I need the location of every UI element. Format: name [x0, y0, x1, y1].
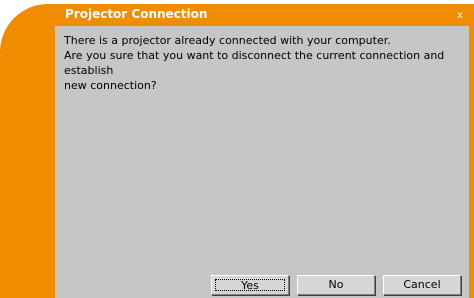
yes-button-label: Yes: [215, 279, 285, 292]
message-line-2: Are you sure that you want to disconnect…: [64, 49, 445, 77]
dialog-title: Projector Connection: [65, 7, 208, 21]
close-button[interactable]: x: [454, 10, 466, 22]
message-line-1: There is a projector already connected w…: [64, 34, 391, 47]
dialog-message: There is a projector already connected w…: [64, 33, 464, 93]
yes-button[interactable]: Yes: [211, 275, 289, 295]
no-button[interactable]: No: [297, 275, 375, 295]
dialog-content-panel: There is a projector already connected w…: [55, 26, 469, 298]
cancel-button[interactable]: Cancel: [383, 275, 461, 295]
projector-connection-dialog: Projector Connection x There is a projec…: [0, 0, 474, 298]
message-line-3: new connection?: [64, 79, 157, 92]
